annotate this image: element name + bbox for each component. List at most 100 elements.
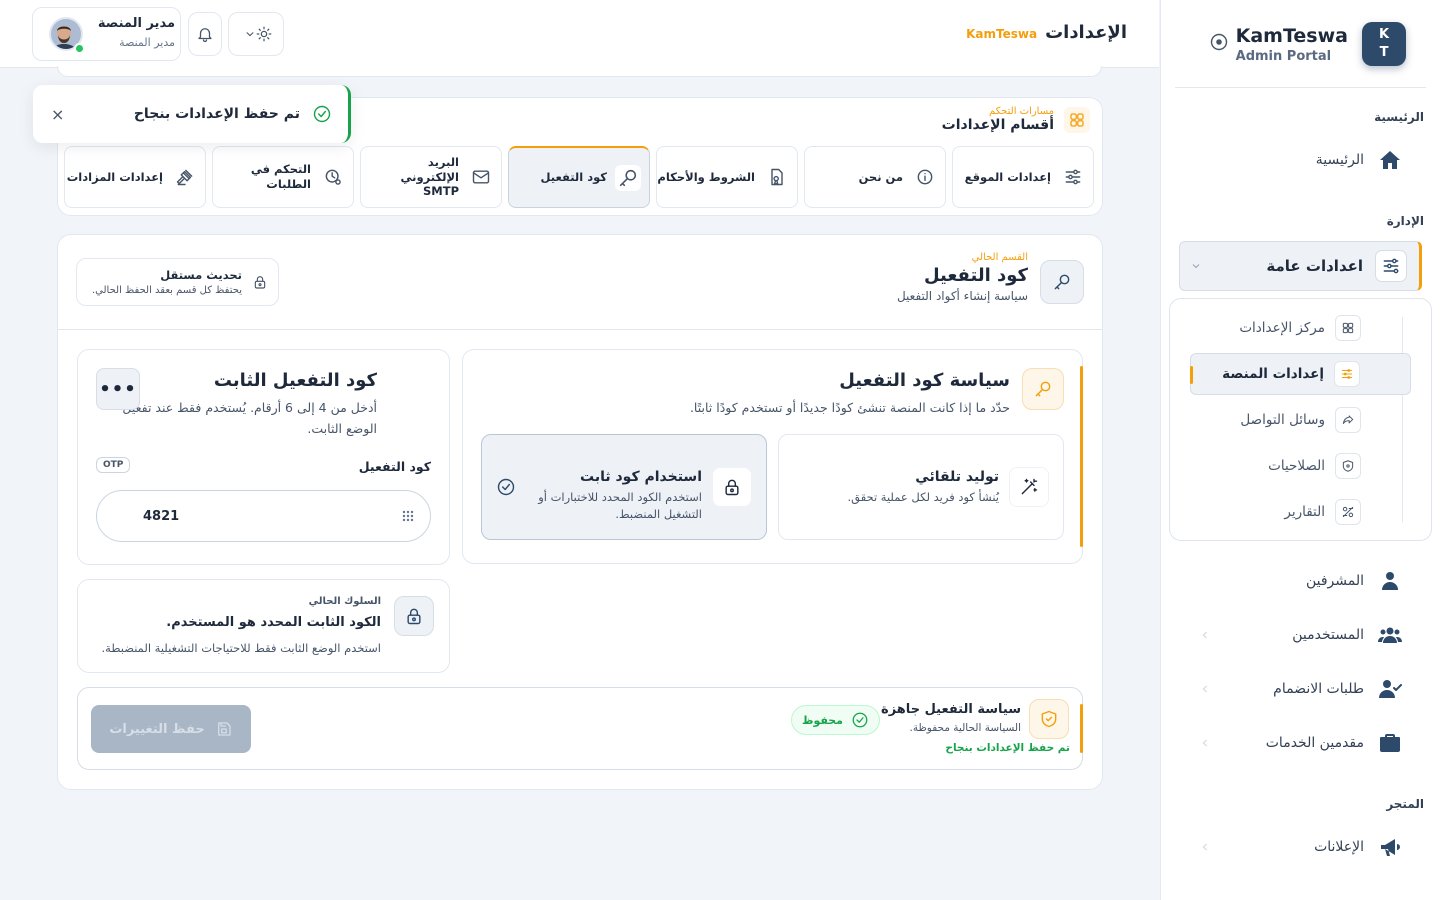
tab-label: من نحن [858, 169, 903, 184]
key-icon [615, 164, 641, 191]
sidebar-item-ads[interactable]: الإعلانات [1199, 832, 1402, 862]
submenu-item-reports[interactable]: التقارير [1190, 491, 1411, 533]
tab-auctions[interactable]: إعدادات المزادات [64, 146, 206, 208]
tab-orders-control[interactable]: التحكم في الطلبات [212, 146, 354, 208]
save-button-label: حفظ التغييرات [109, 721, 205, 737]
sidebar-item-label: الإعلانات [1314, 839, 1364, 855]
sidebar-item-label: المستخدمين [1292, 627, 1364, 643]
grid-icon [1064, 106, 1090, 133]
sidebar-item-providers[interactable]: مقدمين الخدمات [1199, 728, 1402, 758]
activation-code-field[interactable] [96, 490, 431, 542]
shield-icon [1335, 453, 1361, 479]
submenu-label: مركز الإعدادات [1239, 320, 1325, 336]
top-header: الإعدادات KamTeswa مدير المنصة مدير المن… [0, 0, 1159, 68]
clock-settings-icon [325, 169, 341, 185]
tab-label: كود التفعيل [540, 170, 607, 185]
sidebar-item-users[interactable]: المستخدمين [1199, 620, 1402, 650]
chevron-down-icon [1192, 264, 1200, 269]
sidebar: K T KamTeswa Admin Portal الرئيسية الرئي… [1160, 0, 1440, 900]
sliders-icon [1334, 361, 1360, 387]
saved-badge-label: محفوظ [802, 713, 843, 727]
settings-submenu: مركز الإعدادات إعدادات المنصة وسائل التو… [1169, 298, 1432, 541]
option-auto-generate[interactable]: توليد تلقائي يُنشأ كود فريد لكل عملية تح… [778, 434, 1064, 540]
collapse-sidebar-icon[interactable] [1207, 32, 1229, 54]
sidebar-item-label: مقدمين الخدمات [1265, 735, 1364, 751]
user-tie-icon [1382, 572, 1398, 590]
tab-smtp[interactable]: البريد الإلكتروني SMTP [360, 146, 502, 208]
users-icon [1378, 627, 1402, 643]
footer-title: سياسة التفعيل جاهزة [881, 702, 1021, 717]
save-icon [217, 722, 231, 736]
sidebar-item-supervisors[interactable]: المشرفين [1199, 566, 1402, 596]
independent-update-note: تحديث مستقل يحتفظ كل قسم بعقد الحفظ الحا… [76, 258, 279, 306]
behavior-description: استخدم الوضع الثابت فقط للاحتياجات التشغ… [101, 641, 382, 655]
sliders-icon [1375, 250, 1407, 282]
keypad-icon [402, 510, 414, 522]
activation-code-card: القسم الحالي كود التفعيل سياسة إنشاء أكو… [57, 234, 1103, 790]
indep-subtitle: يحتفظ كل قسم بعقد الحفظ الحالي. [91, 285, 242, 296]
policy-title: سياسة كود التفعيل [839, 370, 1010, 391]
chevron-left-icon [1202, 685, 1207, 693]
megaphone-icon [1381, 839, 1400, 856]
saved-badge: محفوظ [791, 705, 880, 735]
key-icon [1022, 368, 1064, 410]
brand[interactable]: K T KamTeswa Admin Portal [1236, 22, 1406, 66]
behavior-eyebrow: السلوك الحالي [308, 596, 381, 607]
chevron-down-icon [246, 32, 254, 37]
user-role: مدير المنصة [119, 36, 175, 49]
sun-icon [256, 26, 272, 42]
fixed-code-subtitle: أدخل من 4 إلى 6 أرقام. يُستخدم فقط عند ت… [122, 400, 377, 437]
online-status-dot [74, 43, 85, 54]
tab-site-settings[interactable]: إعدادات الموقع [952, 146, 1094, 208]
shield-icon [1029, 699, 1069, 739]
option-fixed-code[interactable]: استخدام كود ثابت استخدم الكود المحدد للا… [481, 434, 767, 540]
save-changes-button[interactable]: حفظ التغييرات [91, 705, 251, 753]
sidebar-item-label: الرئيسية [1315, 152, 1364, 168]
chevron-left-icon [1202, 739, 1207, 747]
current-section-eyebrow: القسم الحالي [971, 252, 1028, 263]
submenu-label: الصلاحيات [1268, 458, 1325, 474]
tab-activation-code[interactable]: كود التفعيل [508, 146, 650, 208]
grid-icon [1335, 315, 1361, 341]
option-title: استخدام كود ثابت [580, 469, 702, 485]
sidebar-item-label: المشرفين [1305, 573, 1364, 589]
document-icon [771, 168, 783, 186]
submenu-item-settings-center[interactable]: مركز الإعدادات [1190, 307, 1411, 349]
sidebar-item-home[interactable]: الرئيسية [1199, 145, 1402, 175]
sidebar-divider [1175, 87, 1426, 88]
lock-refresh-icon [254, 276, 266, 289]
sliders-icon [1065, 169, 1081, 185]
info-icon [917, 169, 933, 185]
sections-header: مسارات التحكم أقسام الإعدادات [942, 106, 1090, 133]
theme-toggle-button[interactable] [228, 12, 284, 56]
brand-tag: KamTeswa [966, 27, 1038, 41]
submenu-label: التقارير [1284, 504, 1325, 520]
sidebar-item-general-settings[interactable]: اعدادات عامة [1179, 241, 1422, 291]
fixed-code-panel: كود التفعيل الثابت أدخل من 4 إلى 6 أرقام… [77, 349, 450, 565]
notifications-button[interactable] [188, 12, 222, 56]
chevron-left-icon [1202, 631, 1207, 639]
submenu-item-social[interactable]: وسائل التواصل [1190, 399, 1411, 441]
submenu-item-platform-settings[interactable]: إعدادات المنصة [1190, 353, 1411, 395]
previous-card-edge [57, 66, 1159, 80]
save-footer: سياسة التفعيل جاهزة السياسة الحالية محفو… [77, 687, 1083, 770]
submenu-label: وسائل التواصل [1240, 412, 1325, 428]
code-field-label: كود التفعيل [358, 459, 431, 474]
submenu-item-permissions[interactable]: الصلاحيات [1190, 445, 1411, 487]
activation-code-input[interactable] [143, 505, 390, 527]
submenu-label: إعدادات المنصة [1222, 366, 1324, 382]
tab-terms[interactable]: الشروط والأحكام [656, 146, 798, 208]
user-menu[interactable]: مدير المنصة مدير المنصة [32, 7, 181, 61]
option-title: توليد تلقائي [915, 469, 999, 485]
user-check-icon [1379, 680, 1402, 698]
current-behavior-panel: السلوك الحالي الكود الثابت المحدد هو الم… [77, 579, 450, 673]
more-options-button[interactable]: ••• [96, 368, 140, 410]
page-title: الإعدادات KamTeswa [966, 22, 1127, 43]
tab-label: إعدادات الموقع [964, 169, 1051, 184]
tab-about-us[interactable]: من نحن [804, 146, 946, 208]
tab-label: البريد الإلكتروني SMTP [400, 154, 459, 199]
key-icon [1040, 260, 1084, 304]
footer-subtitle: السياسة الحالية محفوظة. [909, 722, 1021, 734]
close-icon[interactable]: × [51, 105, 64, 124]
sidebar-item-join-requests[interactable]: طلبات الانضمام [1199, 674, 1402, 704]
